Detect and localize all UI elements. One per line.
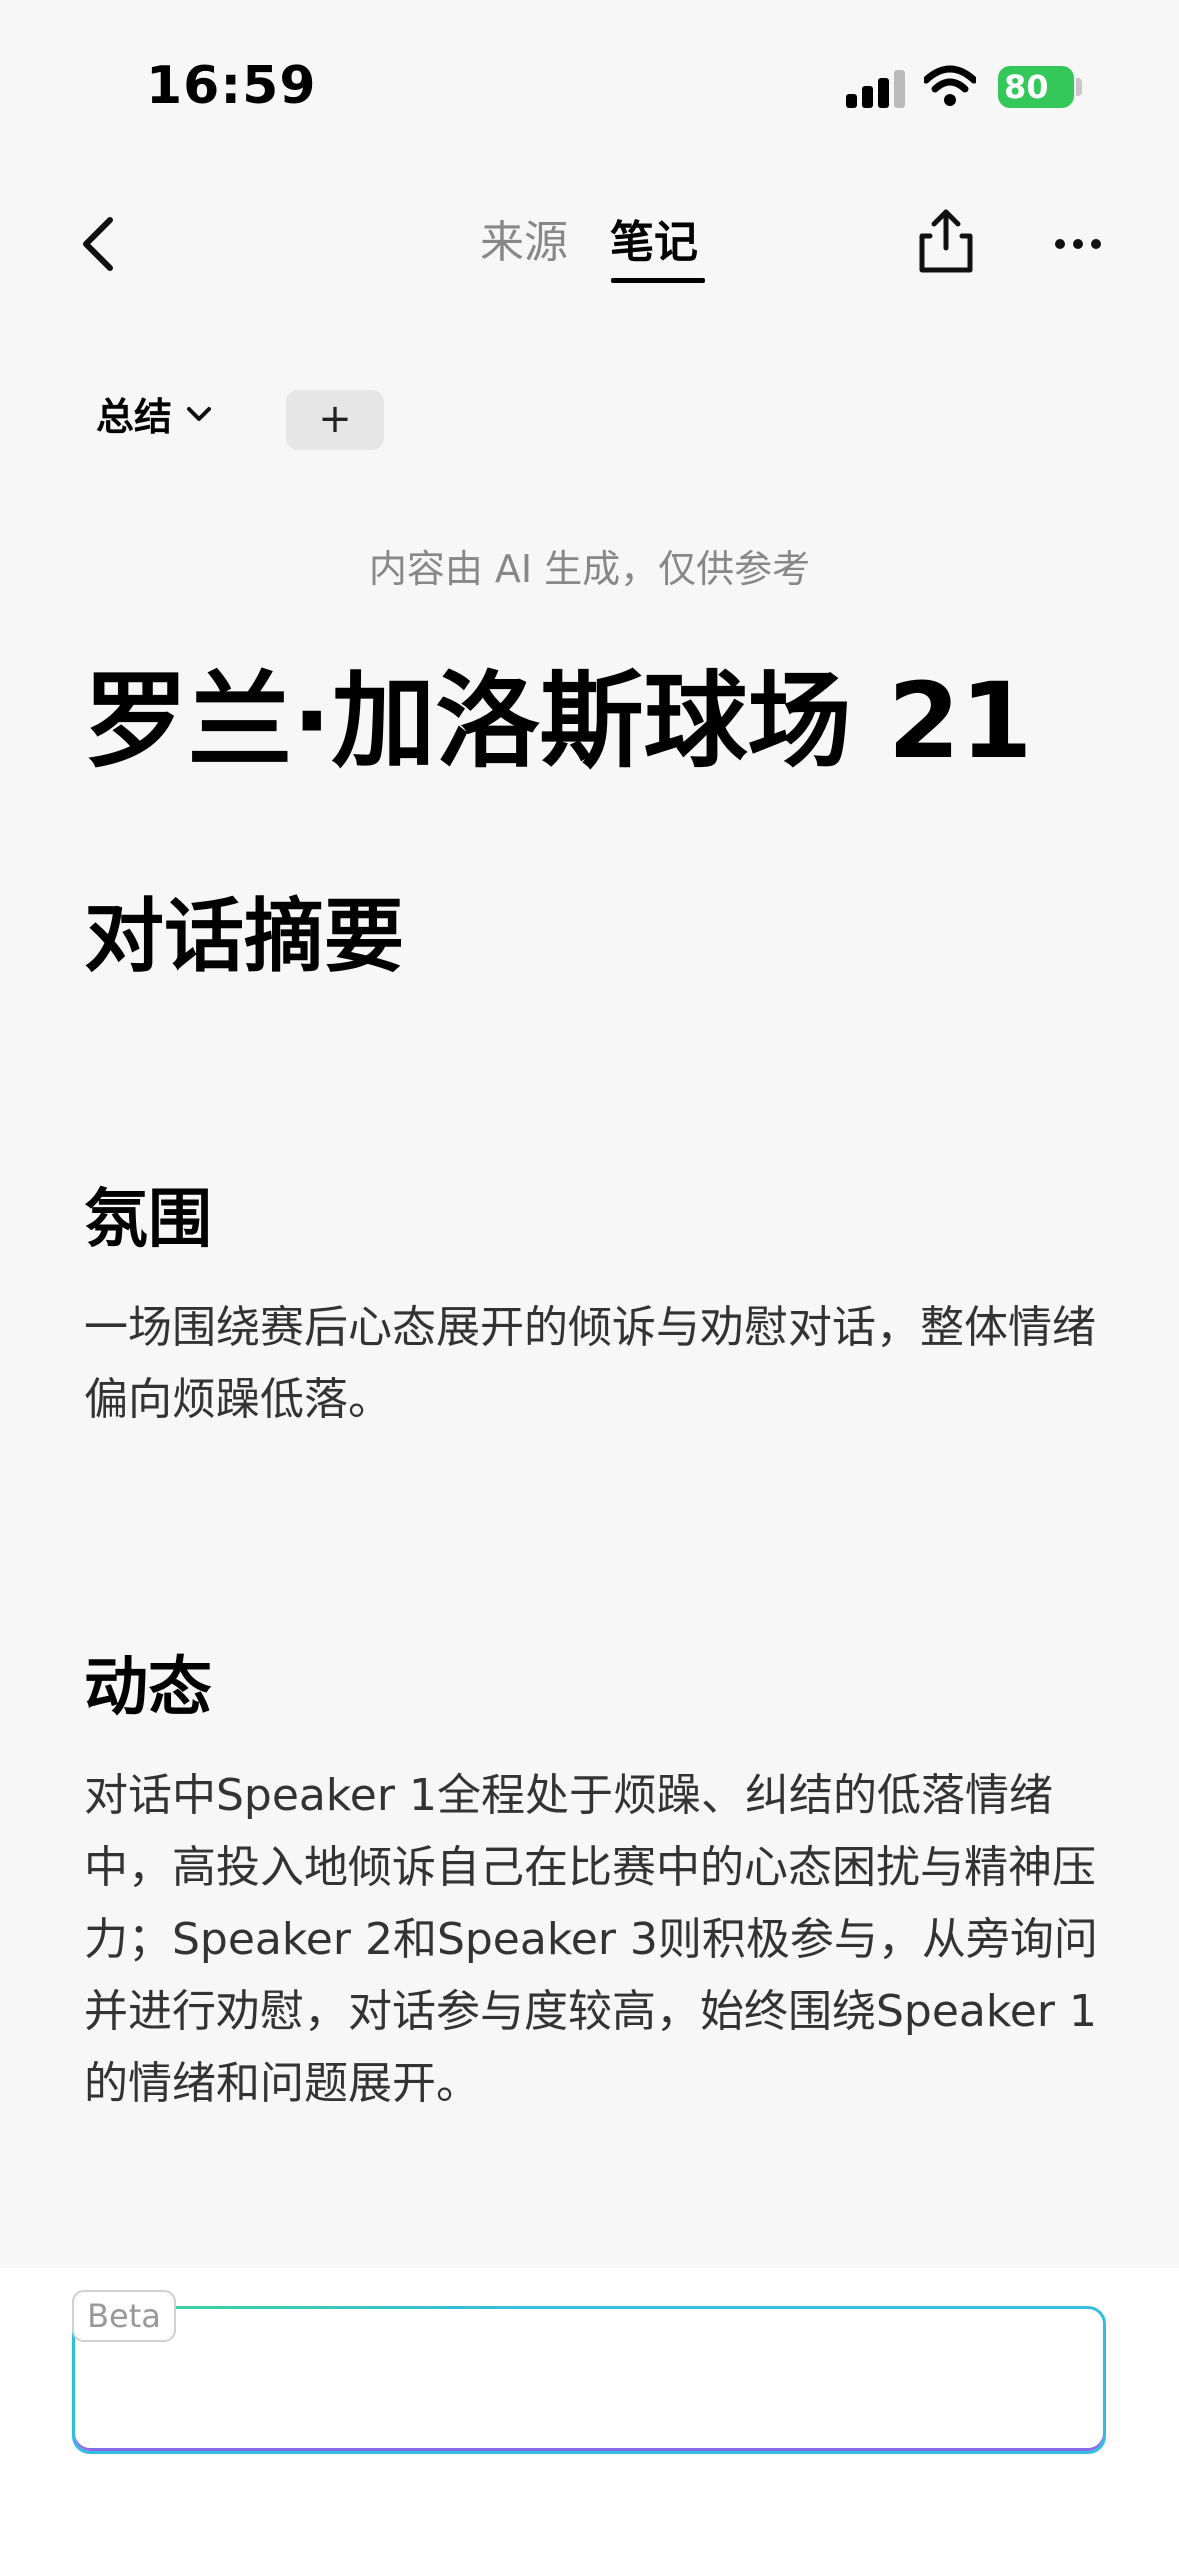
more-icon [1055,239,1101,249]
ai-disclaimer: 内容由 AI 生成，仅供参考 [368,547,811,591]
wifi-icon [924,65,976,106]
ai-chat-input[interactable] [72,2306,1106,2454]
more-button[interactable] [1054,220,1102,268]
battery-level: 80 [998,66,1074,108]
heading-atmosphere: 氛围 [84,1183,212,1257]
paragraph-dynamics: 对话中Speaker 1全程处于烦躁、纠结的低落情绪中，高投入地倾诉自己在比赛中… [84,1770,1098,2109]
paragraph-atmosphere: 一场围绕赛后心态展开的倾诉与劝慰对话，整体情绪偏向烦躁低落。 [84,1302,1096,1425]
share-button[interactable] [914,206,978,276]
add-summary-button[interactable]: + [286,390,384,450]
chevron-left-icon [83,217,113,271]
status-time: 16:59 [146,56,317,116]
active-tab-indicator [611,278,705,283]
tab-notes[interactable]: 笔记 [610,206,698,270]
section-title: 对话摘要 [84,890,404,983]
cellular-signal-icon [846,68,906,108]
notes-screen: 16:59 80 来源 笔记 总结 + 内容由 AI 生成，仅供参考 罗兰·加洛… [0,0,1179,2556]
beta-badge: Beta [72,2290,176,2342]
heading-dynamics: 动态 [84,1651,212,1725]
battery-cap [1076,78,1082,96]
share-icon [919,209,973,273]
summary-type-dropdown[interactable]: 总结 [96,386,212,441]
tab-source[interactable]: 来源 [480,206,568,270]
summary-type-label: 总结 [96,395,173,439]
chevron-down-icon [187,406,212,421]
page-title: 罗兰·加洛斯球场 21 [84,660,1033,782]
back-button[interactable] [72,212,128,276]
